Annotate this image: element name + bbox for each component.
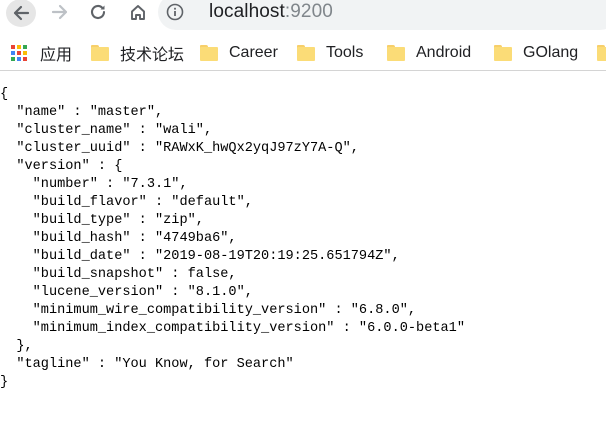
bookmark-apps[interactable]: 应用 <box>11 42 72 64</box>
bookmark-label: GOlang <box>523 44 579 61</box>
url-text[interactable]: localhost:9200 <box>209 1 333 23</box>
folder-icon <box>297 45 315 61</box>
arrow-right-icon <box>51 4 68 20</box>
json-line: "build_hash" : "4749ba6", <box>0 231 237 246</box>
back-button[interactable] <box>6 0 36 27</box>
bookmark-folder-career[interactable]: Career <box>200 42 278 64</box>
json-line: "minimum_wire_compatibility_version" : "… <box>0 303 417 318</box>
json-line: { <box>0 87 9 102</box>
bookmark-folder-tech-forum[interactable]: 技术论坛 <box>91 42 184 64</box>
apps-grid-icon <box>11 45 29 61</box>
folder-icon <box>387 45 405 61</box>
json-response: { "name" : "master", "cluster_name" : "w… <box>0 86 465 392</box>
bookmark-folder-overflow[interactable] <box>597 42 606 64</box>
bookmarks-bar: 应用 技术论坛 Career Tools Android GOlang <box>0 38 606 66</box>
bookmark-label: Career <box>229 44 278 61</box>
folder-icon <box>597 45 606 61</box>
json-line: "build_type" : "zip", <box>0 213 204 228</box>
json-line: "build_flavor" : "default", <box>0 195 253 210</box>
json-line: "build_date" : "2019-08-19T20:19:25.6517… <box>0 249 400 264</box>
toolbar-divider <box>0 70 606 71</box>
bookmark-folder-android[interactable]: Android <box>387 42 471 64</box>
info-circle-icon[interactable] <box>166 3 184 21</box>
url-port: :9200 <box>284 1 333 22</box>
bookmark-label: 技术论坛 <box>120 47 185 64</box>
bookmark-label: Android <box>416 44 472 61</box>
json-line: "lucene_version" : "8.1.0", <box>0 285 253 300</box>
url-host: localhost <box>209 1 285 22</box>
json-line: }, <box>0 339 33 354</box>
json-line: "version" : { <box>0 159 123 174</box>
bookmark-label: Tools <box>326 44 364 61</box>
json-line: "tagline" : "You Know, for Search" <box>0 357 294 372</box>
folder-icon <box>200 45 218 61</box>
reload-icon <box>90 4 106 20</box>
bookmark-label: 应用 <box>40 47 73 64</box>
json-line: "minimum_index_compatibility_version" : … <box>0 321 465 336</box>
json-line: "number" : "7.3.1", <box>0 177 188 192</box>
home-button[interactable] <box>126 0 150 24</box>
json-line: "build_snapshot" : false, <box>0 267 237 282</box>
json-line: } <box>0 375 9 390</box>
home-icon <box>131 5 145 20</box>
json-line: "name" : "master", <box>0 105 164 120</box>
json-line: "cluster_name" : "wali", <box>0 123 213 138</box>
forward-button[interactable] <box>48 0 72 24</box>
json-line: "cluster_uuid" : "RAWxK_hwQx2yqJ97zY7A-Q… <box>0 141 359 156</box>
folder-icon <box>91 45 109 61</box>
folder-icon <box>494 45 512 61</box>
arrow-left-icon <box>13 5 30 21</box>
bookmark-folder-golang[interactable]: GOlang <box>494 42 578 64</box>
browser-toolbar: localhost:9200 <box>0 0 606 30</box>
bookmark-folder-tools[interactable]: Tools <box>297 42 363 64</box>
reload-button[interactable] <box>86 0 110 24</box>
